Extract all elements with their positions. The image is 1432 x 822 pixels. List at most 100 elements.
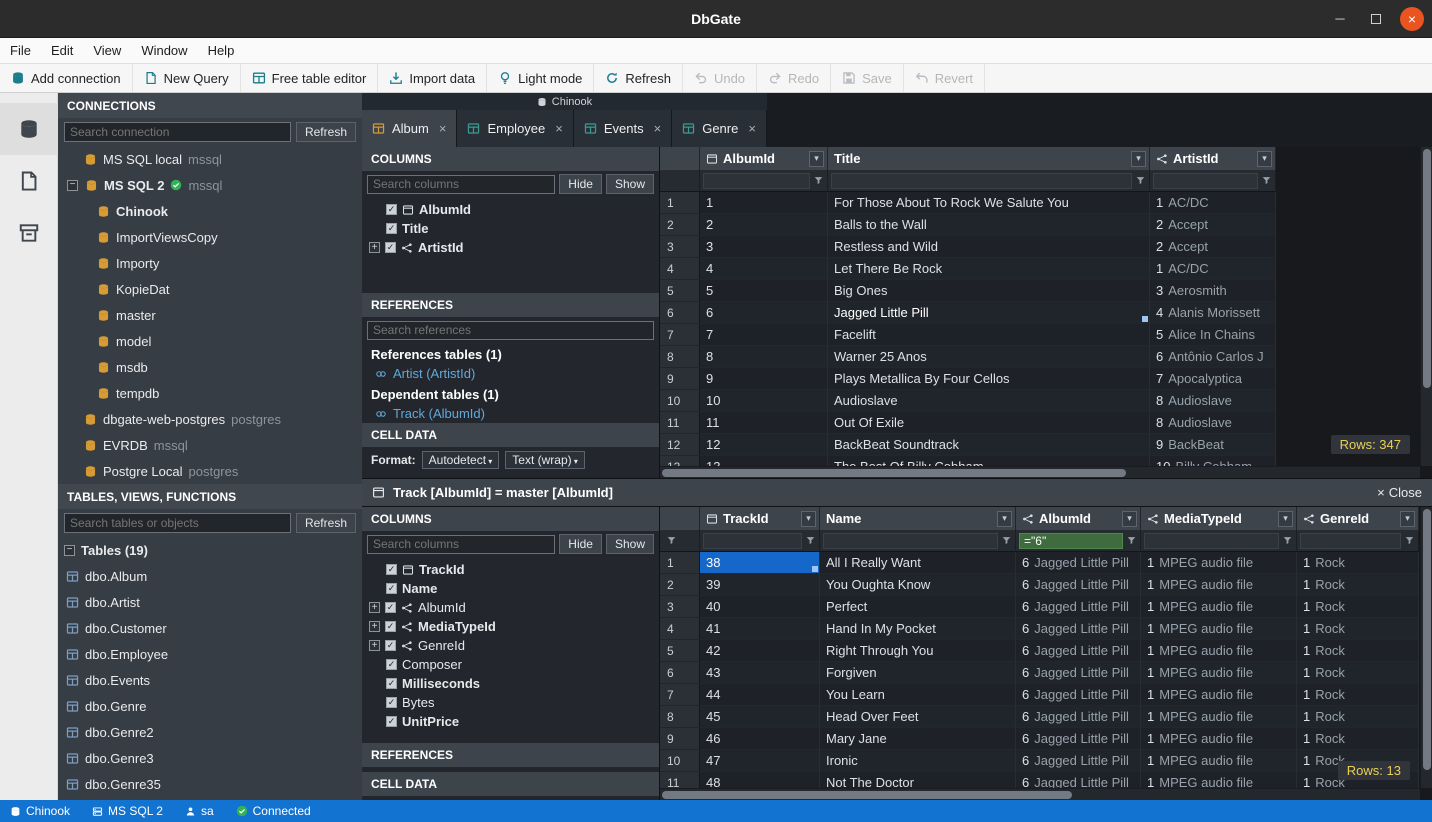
row-number[interactable]: 7 bbox=[660, 324, 700, 346]
row-number[interactable]: 10 bbox=[660, 390, 700, 412]
cell-albumid[interactable]: 7 bbox=[700, 324, 828, 346]
column-menu-icon[interactable]: ▾ bbox=[1131, 151, 1146, 167]
checkbox-icon[interactable]: ✓ bbox=[386, 716, 397, 727]
connection-item-model[interactable]: model bbox=[58, 328, 362, 354]
cell-name[interactable]: Head Over Feet bbox=[820, 706, 1016, 728]
cell-mediatypeid[interactable]: 1MPEG audio file bbox=[1141, 552, 1297, 574]
table-item-dbo-genre3[interactable]: dbo.Genre3 bbox=[58, 745, 362, 771]
connection-item-evrdb[interactable]: EVRDBmssql bbox=[58, 432, 362, 458]
column-item-composer[interactable]: ✓Composer bbox=[362, 655, 659, 674]
connection-item-master[interactable]: master bbox=[58, 302, 362, 328]
row-number[interactable]: 2 bbox=[660, 214, 700, 236]
cell-name[interactable]: Hand In My Pocket bbox=[820, 618, 1016, 640]
connection-item-chinook[interactable]: Chinook bbox=[58, 198, 362, 224]
row-number[interactable]: 1 bbox=[660, 192, 700, 214]
table-item-dbo-artist[interactable]: dbo.Artist bbox=[58, 589, 362, 615]
menu-file[interactable]: File bbox=[0, 38, 41, 63]
cell-mediatypeid[interactable]: 1MPEG audio file bbox=[1141, 596, 1297, 618]
column-item-trackid[interactable]: ✓TrackId bbox=[362, 560, 659, 579]
cell-albumid[interactable]: 9 bbox=[700, 368, 828, 390]
cell-genreid[interactable]: 1Rock bbox=[1297, 640, 1419, 662]
checkbox-icon[interactable]: ✓ bbox=[386, 204, 397, 215]
show-button[interactable]: Show bbox=[606, 174, 654, 194]
filter-funnel-icon[interactable] bbox=[1001, 535, 1012, 546]
column-menu-icon[interactable]: ▾ bbox=[1400, 511, 1415, 527]
column-header-albumid[interactable]: AlbumId▾ bbox=[700, 147, 828, 170]
tables-group[interactable]: −Tables (19) bbox=[58, 537, 362, 563]
cell-albumid[interactable]: 8 bbox=[700, 346, 828, 368]
cell-mediatypeid[interactable]: 1MPEG audio file bbox=[1141, 706, 1297, 728]
toolbar-new-query-button[interactable]: New Query bbox=[133, 64, 241, 92]
maximize-button[interactable] bbox=[1364, 7, 1388, 31]
cell-genreid[interactable]: 1Rock bbox=[1297, 552, 1419, 574]
cell-artistid[interactable]: 2Accept bbox=[1150, 236, 1276, 258]
row-number[interactable]: 9 bbox=[660, 368, 700, 390]
tab-events[interactable]: Events× bbox=[574, 110, 672, 147]
table-item-dbo-employee[interactable]: dbo.Employee bbox=[58, 641, 362, 667]
cell-mediatypeid[interactable]: 1MPEG audio file bbox=[1141, 618, 1297, 640]
hide-button[interactable]: Hide bbox=[559, 174, 602, 194]
connection-item-importy[interactable]: Importy bbox=[58, 250, 362, 276]
collapse-icon[interactable]: − bbox=[67, 180, 78, 191]
row-number[interactable]: 11 bbox=[660, 412, 700, 434]
cell-albumid[interactable]: 6Jagged Little Pill bbox=[1016, 552, 1141, 574]
column-header-mediatypeid[interactable]: MediaTypeId▾ bbox=[1141, 507, 1297, 530]
cell-trackid[interactable]: 39 bbox=[700, 574, 820, 596]
cell-name[interactable]: You Learn bbox=[820, 684, 1016, 706]
row-number[interactable]: 3 bbox=[660, 596, 700, 618]
filter-input[interactable] bbox=[1153, 173, 1258, 189]
statusbar-connection[interactable]: MS SQL 2 bbox=[92, 804, 163, 818]
hide-button[interactable]: Hide bbox=[559, 534, 602, 554]
cell-trackid[interactable]: 45 bbox=[700, 706, 820, 728]
column-item-unitprice[interactable]: ✓UnitPrice bbox=[362, 712, 659, 731]
cell-albumid[interactable]: 6Jagged Little Pill bbox=[1016, 640, 1141, 662]
column-item-albumid[interactable]: +✓AlbumId bbox=[362, 598, 659, 617]
table-item-dbo-customer[interactable]: dbo.Customer bbox=[58, 615, 362, 641]
tab-genre[interactable]: Genre× bbox=[672, 110, 767, 147]
cell-title[interactable]: Let There Be Rock bbox=[828, 258, 1150, 280]
column-item-artistid[interactable]: +✓ArtistId bbox=[362, 238, 659, 257]
connection-item-importviewscopy[interactable]: ImportViewsCopy bbox=[58, 224, 362, 250]
column-menu-icon[interactable]: ▾ bbox=[1122, 511, 1137, 527]
filter-funnel-icon[interactable] bbox=[666, 535, 677, 546]
filter-funnel-icon[interactable] bbox=[1135, 175, 1146, 186]
checkbox-icon[interactable]: ✓ bbox=[386, 659, 397, 670]
cell-artistid[interactable]: 1AC/DC bbox=[1150, 192, 1276, 214]
toolbar-add-connection-button[interactable]: Add connection bbox=[0, 64, 133, 92]
tab-close-icon[interactable]: × bbox=[748, 121, 756, 136]
column-header-genreid[interactable]: GenreId▾ bbox=[1297, 507, 1419, 530]
references-search-input[interactable] bbox=[367, 321, 654, 340]
connection-search-input[interactable] bbox=[64, 122, 291, 142]
row-number[interactable]: 1 bbox=[660, 552, 700, 574]
history-widget-button[interactable] bbox=[0, 207, 58, 259]
statusbar-user[interactable]: sa bbox=[185, 804, 214, 818]
cell-artistid[interactable]: 4Alanis Morissett bbox=[1150, 302, 1276, 324]
menu-window[interactable]: Window bbox=[131, 38, 197, 63]
cell-trackid[interactable]: 44 bbox=[700, 684, 820, 706]
cell-artistid[interactable]: 2Accept bbox=[1150, 214, 1276, 236]
format-select[interactable]: Autodetect bbox=[422, 451, 500, 469]
cell-mediatypeid[interactable]: 1MPEG audio file bbox=[1141, 640, 1297, 662]
column-item-albumid[interactable]: ✓AlbumId bbox=[362, 200, 659, 219]
filter-input[interactable] bbox=[1144, 533, 1279, 549]
horizontal-scrollbar[interactable] bbox=[660, 788, 1420, 800]
filter-funnel-icon[interactable] bbox=[813, 175, 824, 186]
cell-title[interactable]: Warner 25 Anos bbox=[828, 346, 1150, 368]
reference-link-track-albumid[interactable]: Track (AlbumId) bbox=[362, 404, 659, 423]
row-number[interactable]: 8 bbox=[660, 706, 700, 728]
cell-albumid[interactable]: 6 bbox=[700, 302, 828, 324]
cell-artistid[interactable]: 5Alice In Chains bbox=[1150, 324, 1276, 346]
connection-item-dbgate-web-postgres[interactable]: dbgate-web-postgrespostgres bbox=[58, 406, 362, 432]
cell-albumid[interactable]: 12 bbox=[700, 434, 828, 456]
column-header-name[interactable]: Name▾ bbox=[820, 507, 1016, 530]
statusbar-database[interactable]: Chinook bbox=[10, 804, 70, 818]
row-number[interactable]: 7 bbox=[660, 684, 700, 706]
cell-title[interactable]: Plays Metallica By Four Cellos bbox=[828, 368, 1150, 390]
column-menu-icon[interactable]: ▾ bbox=[1257, 151, 1272, 167]
row-number[interactable]: 9 bbox=[660, 728, 700, 750]
cell-name[interactable]: Forgiven bbox=[820, 662, 1016, 684]
row-number[interactable]: 2 bbox=[660, 574, 700, 596]
cell-albumid[interactable]: 6Jagged Little Pill bbox=[1016, 728, 1141, 750]
cell-trackid[interactable]: 38 bbox=[700, 552, 820, 574]
filter-funnel-icon[interactable] bbox=[1282, 535, 1293, 546]
